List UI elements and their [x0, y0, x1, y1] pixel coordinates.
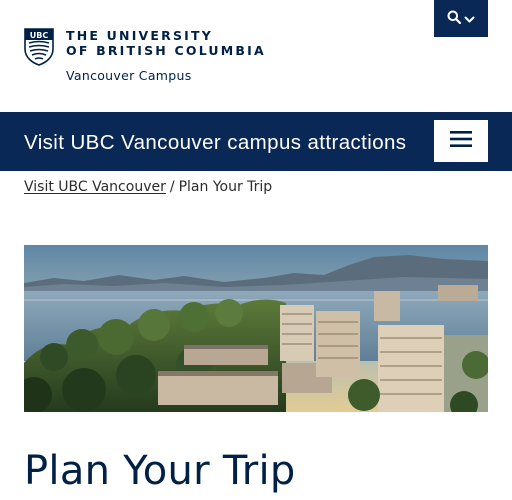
crest-text: UBC	[30, 31, 49, 40]
ubc-crest-icon[interactable]: UBC	[24, 28, 54, 66]
hero-image	[24, 245, 488, 412]
site-title[interactable]: Visit UBC Vancouver campus attractions	[24, 131, 406, 155]
breadcrumb-link-visit-ubc[interactable]: Visit UBC Vancouver	[24, 179, 166, 195]
hamburger-menu-icon	[450, 131, 472, 151]
search-toggle-button[interactable]	[434, 0, 488, 37]
breadcrumb: Visit UBC Vancouver / Plan Your Trip	[24, 179, 272, 195]
university-name[interactable]: THE UNIVERSITY OF BRITISH COLUMBIA	[66, 28, 266, 58]
page-title: Plan Your Trip	[24, 448, 296, 494]
breadcrumb-current: Plan Your Trip	[178, 179, 273, 195]
campus-name[interactable]: Vancouver Campus	[66, 68, 192, 83]
site-banner: Visit UBC Vancouver campus attractions	[0, 112, 512, 171]
chevron-down-icon	[464, 9, 475, 28]
university-name-line1: THE UNIVERSITY	[66, 28, 214, 43]
breadcrumb-separator: /	[169, 179, 175, 195]
search-icon	[447, 9, 462, 28]
menu-button[interactable]	[434, 120, 488, 162]
site-header: UBC THE UNIVERSITY OF BRITISH COLUMBIA V…	[0, 0, 512, 112]
university-name-line2: OF BRITISH COLUMBIA	[66, 43, 266, 58]
